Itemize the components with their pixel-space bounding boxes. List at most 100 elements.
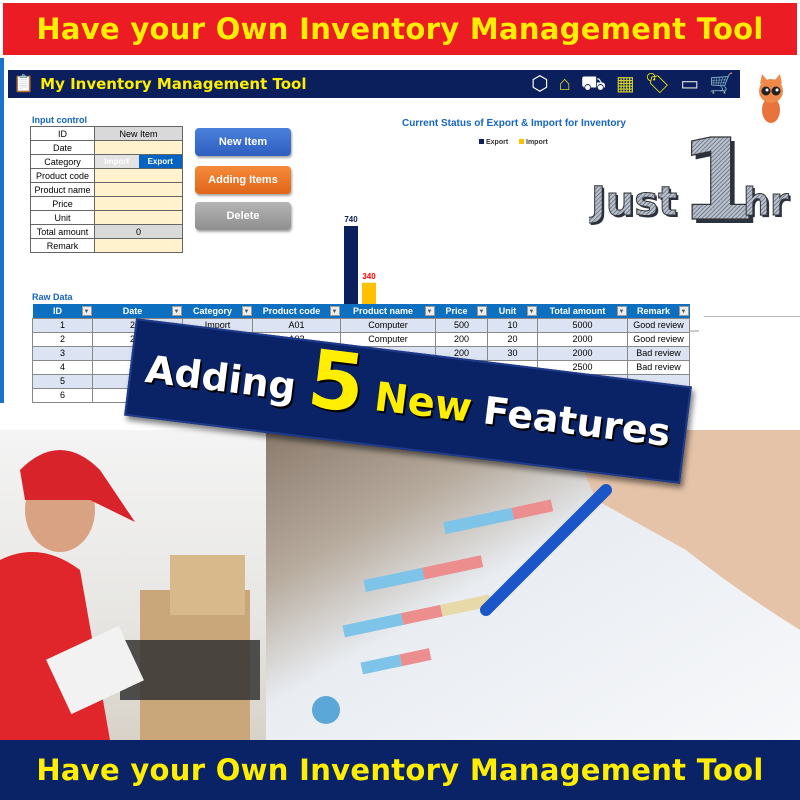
cat-mascot-image — [759, 74, 783, 123]
hr-text: hr — [743, 180, 789, 224]
unit-field[interactable] — [94, 210, 183, 225]
delete-button[interactable]: Delete — [195, 202, 291, 230]
remark-field[interactable] — [94, 238, 183, 253]
table-cell[interactable]: 200 — [435, 331, 488, 347]
field-label: Remark — [30, 238, 95, 253]
table-cell[interactable]: 2 — [32, 331, 93, 347]
product-code-field[interactable] — [94, 168, 183, 183]
column-header-label: Date — [122, 305, 143, 316]
filter-dropdown-icon[interactable]: ▼ — [476, 306, 487, 316]
category-import-option[interactable]: Import — [95, 155, 139, 168]
column-header-label: Product name — [352, 305, 413, 316]
features-text: Features — [480, 388, 673, 456]
table-cell[interactable]: 500 — [435, 317, 488, 333]
table-cell[interactable]: 10 — [487, 317, 538, 333]
column-header-label: Price — [445, 305, 468, 316]
table-cell[interactable]: 3 — [32, 345, 93, 361]
field-label: ID — [30, 126, 95, 141]
adding-items-button[interactable]: Adding Items — [195, 166, 291, 194]
table-cell[interactable]: 2000 — [537, 345, 628, 361]
field-label: Total amount — [30, 224, 95, 239]
column-header[interactable]: ID ▼ — [32, 304, 93, 318]
top-headline-banner: Have your Own Inventory Management Tool — [0, 0, 800, 58]
column-header[interactable]: Category ▼ — [182, 304, 253, 318]
table-cell[interactable]: Bad review — [627, 345, 690, 361]
category-export-option[interactable]: Export — [138, 155, 182, 168]
column-header-label: Remark — [636, 305, 671, 316]
hand-truck-icon[interactable]: ⛟ — [581, 72, 606, 96]
legend-swatch — [479, 139, 484, 144]
column-header-label: Total amount — [549, 305, 606, 316]
field-label: Unit — [30, 210, 95, 225]
new-text: New — [371, 374, 475, 432]
field-label: Product code — [30, 168, 95, 183]
filter-dropdown-icon[interactable]: ▼ — [81, 306, 92, 316]
divider — [704, 316, 800, 317]
column-header[interactable]: Product name ▼ — [340, 304, 436, 318]
filter-dropdown-icon[interactable]: ▼ — [424, 306, 435, 316]
market-stall-icon[interactable]: ⌂ — [559, 72, 571, 96]
column-header-label: ID — [53, 305, 62, 316]
price-field[interactable] — [94, 196, 183, 211]
column-header[interactable]: Remark ▼ — [627, 304, 690, 318]
number-text: 5 — [303, 332, 370, 432]
legend-swatch — [519, 139, 524, 144]
filter-dropdown-icon[interactable]: ▼ — [678, 306, 689, 316]
just-text: Just — [589, 179, 677, 225]
table-cell[interactable]: 2000 — [537, 331, 628, 347]
new-item-button[interactable]: New Item — [195, 128, 291, 156]
input-control-label: Input control — [32, 115, 87, 125]
app-title: My Inventory Management Tool — [40, 75, 307, 93]
just-1hr-promo: Just Just 1 1 hr hr — [589, 123, 791, 233]
filter-dropdown-icon[interactable]: ▼ — [526, 306, 537, 316]
table-cell[interactable]: Computer — [340, 317, 436, 333]
field-label: Product name — [30, 182, 95, 197]
column-header[interactable]: Product code ▼ — [252, 304, 341, 318]
data-label: 740 — [344, 215, 358, 224]
column-header-label: Unit — [498, 305, 517, 316]
column-header[interactable]: Total amount ▼ — [537, 304, 628, 318]
field-label: Price — [30, 196, 95, 211]
app-title-bar: 📋 My Inventory Management Tool ⬡ ⌂ ⛟ ▦ 🏷… — [8, 70, 740, 98]
category-toggle[interactable]: Import Export — [94, 154, 183, 169]
column-header[interactable]: Unit ▼ — [487, 304, 538, 318]
field-label: Date — [30, 140, 95, 155]
product-name-field[interactable] — [94, 182, 183, 197]
headline-text: Have your Own Inventory Management Tool — [36, 12, 764, 46]
cash-icon[interactable]: ▭ — [680, 72, 699, 96]
legend-label: Export — [486, 139, 509, 146]
table-cell[interactable]: 30 — [487, 345, 538, 361]
filter-dropdown-icon[interactable]: ▼ — [616, 306, 627, 316]
column-header[interactable]: Price ▼ — [435, 304, 488, 318]
column-header[interactable]: Date ▼ — [92, 304, 183, 318]
raw-data-label: Raw Data — [32, 292, 73, 302]
table-cell[interactable]: 5000 — [537, 317, 628, 333]
table-cell[interactable]: 5 — [32, 373, 93, 389]
headline-text: Have your Own Inventory Management Tool — [36, 753, 764, 787]
filter-dropdown-icon[interactable]: ▼ — [171, 306, 182, 316]
filter-dropdown-icon[interactable]: ▼ — [241, 306, 252, 316]
date-field[interactable] — [94, 140, 183, 155]
table-row: 1202ImportA01Computer500105000Good revie… — [32, 317, 690, 333]
box-icon[interactable]: ⬡ — [531, 72, 548, 96]
table-cell[interactable]: 20 — [487, 331, 538, 347]
adding-text: Adding — [143, 346, 299, 410]
table-cell[interactable]: 6 — [32, 387, 93, 403]
field-label: Category — [30, 154, 95, 169]
table-cell[interactable]: 1 — [32, 317, 93, 333]
bottom-headline-banner: Have your Own Inventory Management Tool — [0, 740, 800, 800]
shopping-cart-icon[interactable]: 🛒 — [709, 72, 734, 96]
table-cell[interactable]: A01 — [252, 317, 341, 333]
table-cell[interactable]: Good review — [627, 317, 690, 333]
filter-dropdown-icon[interactable]: ▼ — [329, 306, 340, 316]
table-cell[interactable]: 4 — [32, 359, 93, 375]
table-cell[interactable]: Good review — [627, 331, 690, 347]
clipboard-icon: 📋 — [13, 74, 35, 93]
input-control-form: ID New Item Date Category Import Export Pro… — [30, 126, 183, 253]
table-cell[interactable]: Bad review — [627, 359, 690, 375]
price-tag-icon[interactable]: 🏷 — [645, 72, 670, 96]
data-label: 340 — [362, 272, 376, 281]
column-header-label: Category — [192, 305, 232, 316]
store-icon[interactable]: ▦ — [616, 72, 635, 96]
id-field[interactable]: New Item — [94, 126, 183, 141]
